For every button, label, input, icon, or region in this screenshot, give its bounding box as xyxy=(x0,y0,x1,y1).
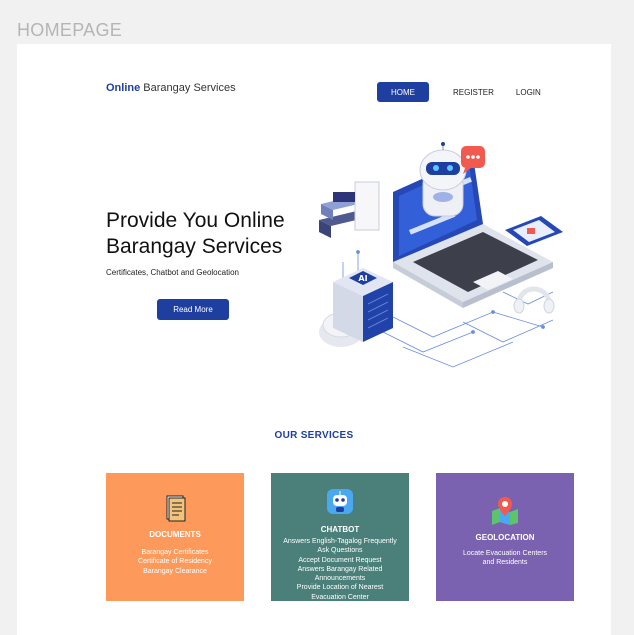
documents-card[interactable]: DOCUMENTS Barangay Certificates Certific… xyxy=(106,473,244,601)
chatbot-card[interactable]: CHATBOT Answers English-Tagalog Frequent… xyxy=(271,473,409,601)
documents-title: DOCUMENTS xyxy=(149,530,201,539)
chatbot-line: Evacuation Center xyxy=(311,593,369,601)
hero-illustration: AI xyxy=(319,142,563,368)
read-more-button[interactable]: Read More xyxy=(157,299,229,320)
nav-register-link[interactable]: REGISTER xyxy=(453,82,494,102)
documents-line: Certificate of Residency xyxy=(138,558,212,566)
chatbot-line: Announcements xyxy=(314,575,366,583)
hero-title-line-2: Barangay Services xyxy=(106,235,283,258)
geolocation-line: and Residents xyxy=(482,559,528,567)
services-title: OUR SERVICES xyxy=(274,430,354,441)
document-icon xyxy=(166,495,186,522)
chatbot-title: CHATBOT xyxy=(320,525,360,534)
chatbot-description: Answers English-Tagalog Frequently Ask Q… xyxy=(275,537,405,602)
chatbot-line: Provide Location of Nearest xyxy=(296,584,384,592)
documents-description: Barangay Certificates Certificate of Res… xyxy=(110,548,240,576)
chatbot-line: Answers English-Tagalog Frequently xyxy=(283,538,397,545)
homepage: Online Barangay Services HOME REGISTER L… xyxy=(17,44,611,635)
brand-text: Barangay Services xyxy=(143,82,236,94)
ai-chip-label: AI xyxy=(358,274,367,283)
geolocation-card[interactable]: GEOLOCATION Locate Evacuation Centers an… xyxy=(436,473,574,601)
geolocation-line: Locate Evacuation Centers xyxy=(462,550,548,557)
geolocation-description: Locate Evacuation Centers and Residents xyxy=(440,549,570,568)
hero-subtitle: Certificates, Chatbot and Geolocation xyxy=(106,268,239,277)
hero-title-line-1: Provide You Online xyxy=(106,209,285,232)
documents-line: Barangay Certificates xyxy=(141,549,209,556)
frame-label: HOMEPAGE xyxy=(17,20,123,40)
map-pin-icon xyxy=(492,497,518,525)
nav-home-button[interactable]: HOME xyxy=(377,82,429,102)
chatbot-line: Accept Document Request xyxy=(298,556,382,564)
book-stack-icon xyxy=(319,181,380,238)
chatbot-line: Answers Barangay Related xyxy=(297,565,383,573)
robot-icon xyxy=(327,489,353,514)
robot-icon xyxy=(419,142,467,217)
hero-title: Provide You Online Barangay Services xyxy=(106,208,326,260)
brand-bold: Online xyxy=(106,82,141,94)
nav-login-link[interactable]: LOGIN xyxy=(516,82,541,102)
chatbot-line: Ask Questions xyxy=(317,547,363,555)
top-nav: HOME REGISTER LOGIN xyxy=(377,82,563,102)
documents-line: Barangay Clearance xyxy=(143,567,207,575)
geolocation-title: GEOLOCATION xyxy=(475,533,535,542)
ai-chip-box: AI xyxy=(333,268,393,342)
brand-logo[interactable]: Online Barangay Services xyxy=(106,82,236,94)
